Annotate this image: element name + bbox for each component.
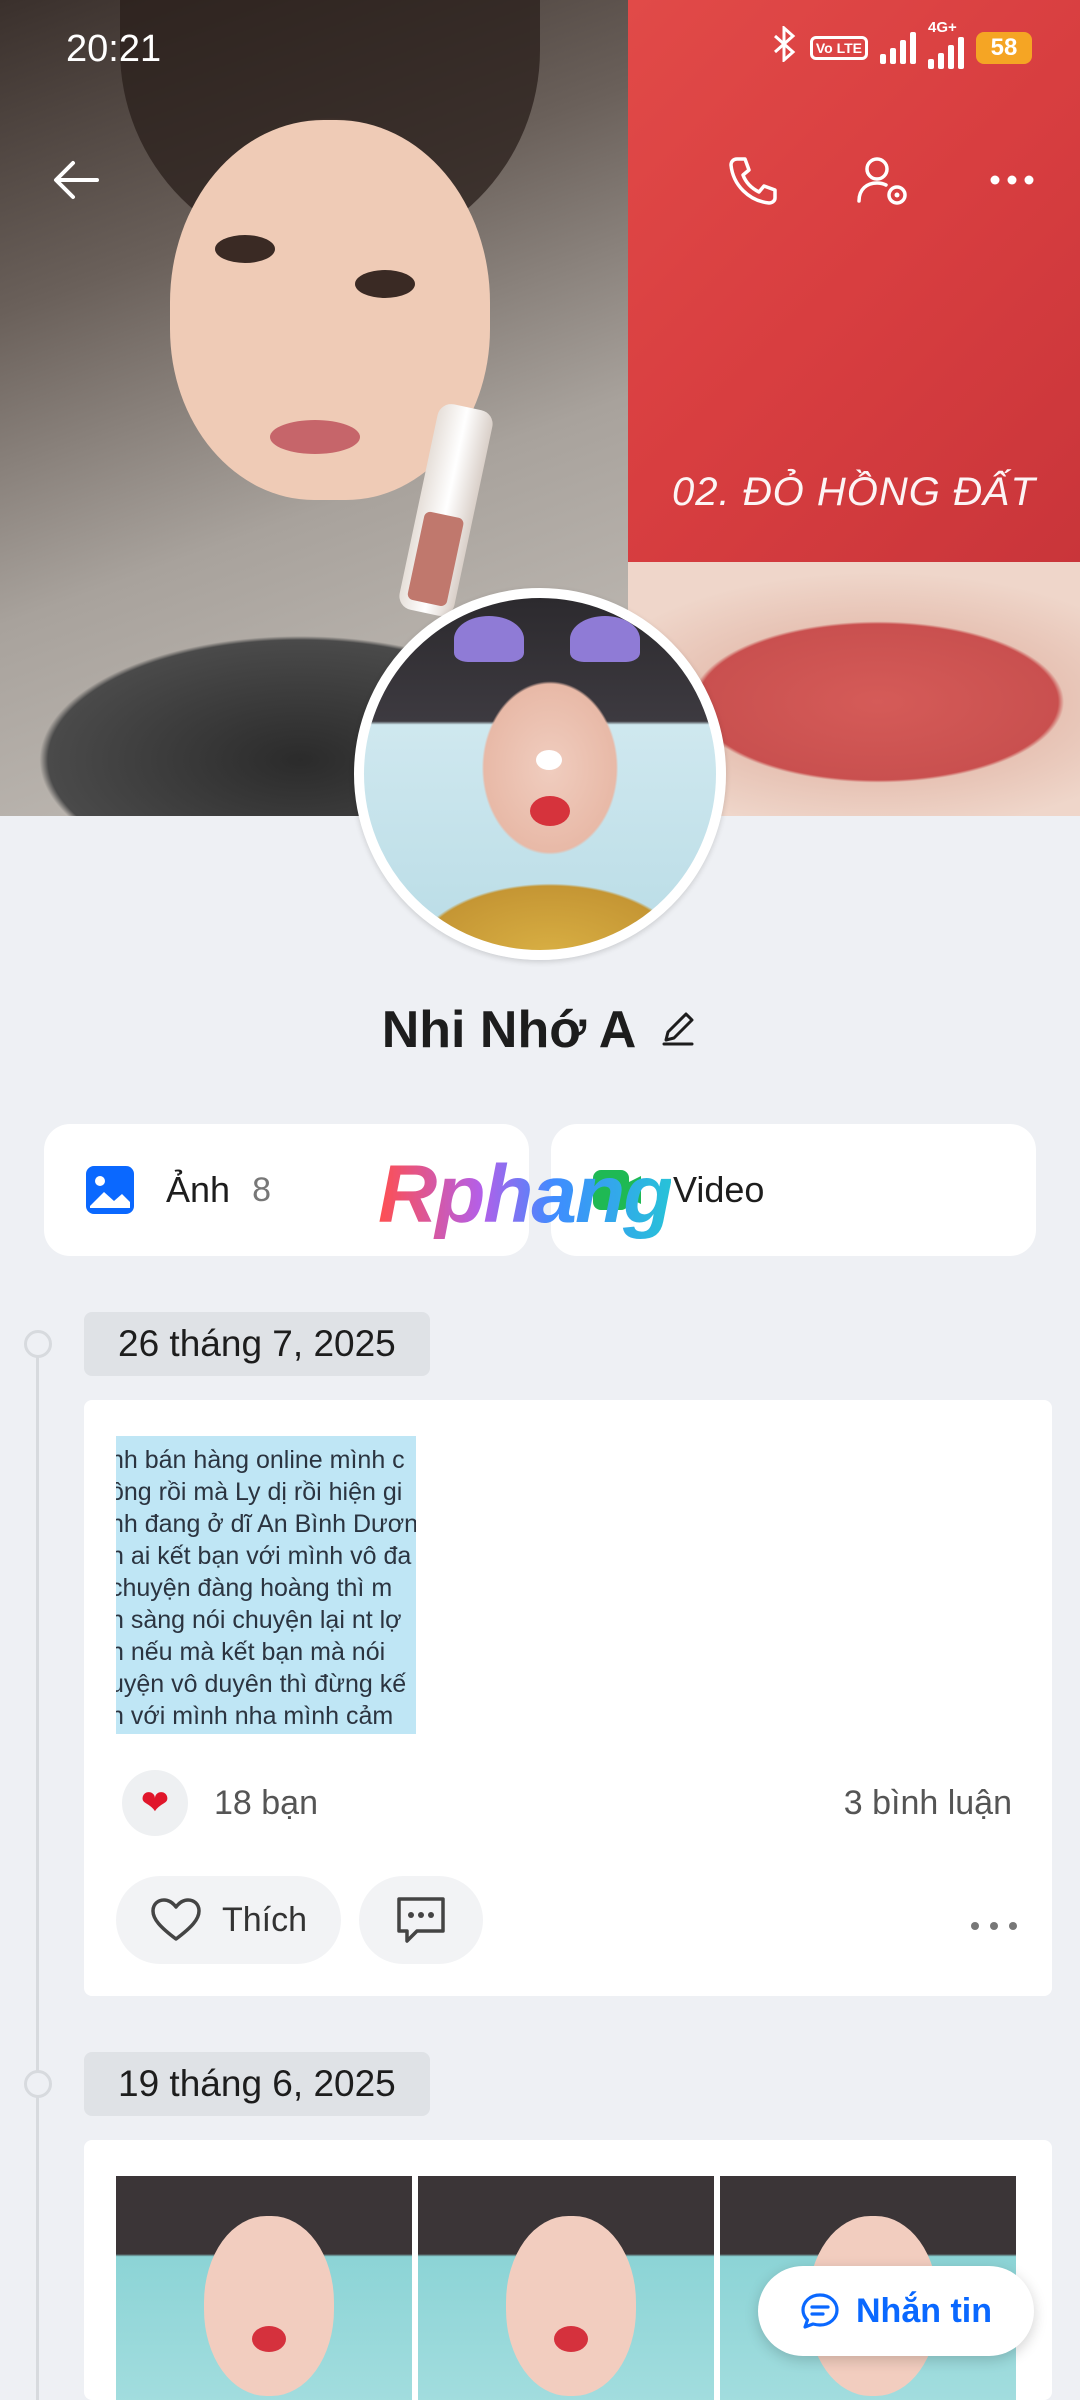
comment-count[interactable]: 3 bình luận <box>844 1784 1012 1823</box>
heart-outline-icon <box>151 1898 201 1941</box>
phone-icon <box>729 157 777 205</box>
timeline-dot <box>24 1330 52 1358</box>
profile-settings-button[interactable] <box>842 140 922 220</box>
more-options-button[interactable] <box>972 140 1052 220</box>
watermark-logo: Rphang <box>378 1149 673 1240</box>
back-button[interactable] <box>36 140 116 220</box>
post-photo[interactable] <box>116 2176 412 2400</box>
more-horizontal-icon <box>971 1921 1017 1930</box>
post-photo[interactable] <box>418 2176 714 2400</box>
call-button[interactable] <box>712 140 792 220</box>
avatar[interactable] <box>354 588 726 960</box>
image-icon <box>86 1166 134 1214</box>
cover-caption: 02. ĐỎ HỒNG ĐẤT <box>672 470 1036 514</box>
profile-name: Nhi Nhớ A <box>381 1001 637 1059</box>
photos-count: 8 <box>252 1170 271 1209</box>
edit-name-button[interactable] <box>658 1008 698 1053</box>
date-label: 19 tháng 6, 2025 <box>84 2052 430 2116</box>
videos-label: Video <box>673 1169 765 1210</box>
more-horizontal-icon <box>990 175 1034 185</box>
post-more-button[interactable] <box>968 1898 1020 1943</box>
pencil-icon <box>662 1012 694 1045</box>
photos-label: Ảnh <box>166 1169 231 1210</box>
like-label: Thích <box>222 1900 308 1939</box>
battery-icon: 58 <box>976 32 1032 64</box>
comment-button[interactable] <box>359 1876 484 1964</box>
reaction-count[interactable]: 18 bạn <box>214 1784 318 1823</box>
send-message-label: Nhắn tin <box>856 2291 992 2330</box>
send-message-button[interactable]: Nhắn tin <box>758 2266 1034 2356</box>
user-gear-icon <box>857 157 907 205</box>
post-card[interactable]: nh bán hàng online mình c ông rồi mà Ly … <box>84 1400 1052 1996</box>
chat-bubble-icon <box>801 2293 839 2329</box>
date-label: 26 tháng 7, 2025 <box>84 1312 430 1376</box>
reaction-heart-icon[interactable]: ❤ <box>122 1770 188 1836</box>
timeline-dot <box>24 2070 52 2098</box>
volte-icon: Vo LTE <box>809 36 868 60</box>
signal-4g-icon: 4G+ <box>928 19 964 69</box>
post-text-image[interactable]: nh bán hàng online mình c ông rồi mà Ly … <box>116 1436 416 1734</box>
comment-icon <box>397 1897 445 1943</box>
signal-icon <box>880 32 916 64</box>
like-button[interactable]: Thích <box>116 1876 342 1964</box>
bluetooth-icon <box>772 24 798 70</box>
timeline-line <box>36 1344 39 2400</box>
arrow-left-icon <box>54 161 99 199</box>
status-time: 20:21 <box>66 28 162 70</box>
status-bar: 20:21 Vo LTE 4G+ 58 <box>0 0 1080 100</box>
